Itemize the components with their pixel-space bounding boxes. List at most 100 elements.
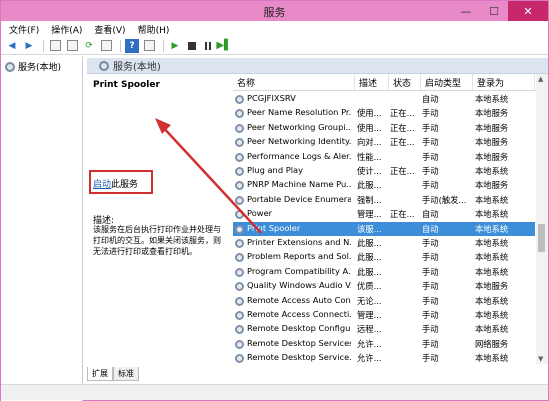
service-description-cell: 使用... (357, 108, 382, 119)
table-row[interactable]: PNRP Machine Name Pu... 此服... 手动 本地服务 (233, 178, 535, 192)
service-name-cell: Problem Reports and Sol... (247, 251, 351, 262)
table-row[interactable]: Power 管理... 正在... 自动 本地系统 (233, 207, 535, 221)
gear-icon (235, 123, 244, 133)
minimize-button[interactable]: — (452, 1, 480, 21)
view-tabs: 扩展 标准 (87, 367, 139, 381)
tab-extended[interactable]: 扩展 (87, 367, 113, 381)
properties-icon[interactable] (65, 39, 79, 53)
service-title: Print Spooler (93, 80, 160, 90)
service-description-cell: 优质... (357, 281, 382, 292)
restart-service-icon[interactable]: ▶▌ (216, 39, 231, 53)
service-description-cell: 允许... (357, 353, 382, 364)
service-description-cell: 此服... (357, 252, 382, 263)
table-row[interactable]: Remote Desktop Services 允许... 手动 网络服务 (233, 337, 535, 351)
service-startup-type-cell: 手动(触发... (422, 194, 467, 205)
table-row[interactable]: Remote Access Connecti... 管理... 手动 本地系统 (233, 308, 535, 322)
vertical-scrollbar[interactable]: ▲ ▼ (536, 74, 548, 364)
service-status-cell: 正在... (390, 122, 415, 133)
service-name-cell: Peer Networking Groupi... (247, 121, 351, 132)
service-name-cell: Remote Desktop Services (247, 337, 351, 348)
service-startup-type-cell: 手动 (422, 353, 439, 364)
menu-file[interactable]: 文件(F) (9, 23, 39, 36)
service-status-cell: 正在... (390, 166, 415, 176)
service-name-cell: Remote Access Connecti... (247, 309, 351, 319)
console-tree-icon[interactable] (48, 39, 62, 53)
service-startup-type-cell: 自动 (422, 94, 439, 104)
service-log-on-cell: 本地系统 (475, 324, 509, 335)
tab-standard[interactable]: 标准 (113, 367, 139, 381)
help-icon[interactable]: ? (125, 38, 139, 53)
start-service-action: 启动此服务 (93, 177, 138, 190)
forward-icon[interactable]: ▶ (22, 39, 36, 53)
service-name-cell: Program Compatibility A... (247, 265, 351, 276)
service-name-cell: Remote Desktop Service... (247, 352, 351, 363)
table-row[interactable]: PCGJFIXSRV 自动 本地系统 (233, 92, 535, 106)
menu-view[interactable]: 查看(V) (94, 23, 125, 36)
table-row[interactable]: Plug and Play 使计... 正在... 手动 本地系统 (233, 164, 535, 178)
table-row[interactable]: Peer Name Resolution Pr... 使用... 正在... 手动 本地… (233, 106, 535, 120)
service-log-on-cell: 本地服务 (475, 108, 509, 119)
table-row[interactable]: Remote Access Auto Con... 无论... 手动 本地系统 (233, 294, 535, 308)
service-description-cell: 使用... (357, 122, 382, 133)
export-list-icon[interactable] (99, 39, 113, 53)
pause-service-icon[interactable] (205, 41, 211, 50)
service-log-on-cell: 本地系统 (475, 209, 509, 220)
scroll-up-icon[interactable]: ▲ (538, 75, 543, 83)
service-log-on-cell: 本地系统 (475, 94, 509, 104)
toolbar-separator (43, 39, 44, 52)
table-row[interactable]: Quality Windows Audio V... 优质... 手动 本地服务 (233, 279, 535, 293)
gear-icon (235, 311, 244, 320)
table-row[interactable]: Remote Desktop Configu... 远程... 手动 本地系统 (233, 322, 535, 336)
start-service-icon[interactable]: ▶ (168, 39, 182, 53)
gear-icon (235, 296, 244, 306)
gear-icon (235, 181, 244, 191)
start-service-link[interactable]: 启动 (93, 180, 111, 190)
toolbar-separator (120, 39, 121, 52)
service-description-cell: 此服... (357, 266, 382, 277)
status-bar (1, 384, 548, 400)
table-row[interactable]: Program Compatibility A... 此服... 手动 本地系统 (233, 265, 535, 279)
console-tree: 服务(本地) (1, 56, 83, 401)
column-header-name[interactable]: 名称 (233, 74, 355, 90)
back-icon[interactable]: ◀ (5, 39, 19, 53)
column-header-status[interactable]: 状态 (389, 74, 421, 90)
service-startup-type-cell: 手动 (422, 338, 439, 349)
stop-service-icon[interactable] (188, 41, 196, 50)
column-header-startup-type[interactable]: 启动类型 (421, 74, 473, 90)
column-header-description[interactable]: 描述 (355, 74, 389, 90)
menu-help[interactable]: 帮助(H) (138, 23, 170, 36)
gear-icon (235, 195, 244, 205)
scrollbar-thumb[interactable] (538, 224, 545, 252)
service-log-on-cell: 本地服务 (475, 137, 509, 148)
gear-icon (99, 60, 109, 71)
refresh-icon[interactable]: ⟳ (82, 39, 96, 53)
service-status-cell: 正在... (390, 137, 415, 148)
table-row[interactable]: Peer Networking Identity... 向对... 正在... 手动 本… (233, 135, 535, 149)
view-icon[interactable] (142, 39, 156, 53)
service-name-cell: Print Spooler (247, 222, 301, 233)
service-status-cell: 正在... (390, 209, 415, 220)
main-header: 服务(本地) (87, 58, 548, 74)
table-row[interactable]: Portable Device Enumera... 强制... 手动(触发... 本… (233, 193, 535, 207)
service-description-cell: 远程... (357, 324, 382, 335)
service-status-cell: 正在... (390, 108, 415, 119)
service-name-cell: Peer Networking Identity... (247, 136, 351, 147)
tree-item-services-local[interactable]: 服务(本地) (5, 60, 61, 73)
service-log-on-cell: 本地服务 (475, 180, 509, 191)
service-name-cell: PCGJFIXSRV (247, 93, 296, 103)
table-row[interactable]: Print Spooler 该服... 自动 本地系统 (233, 221, 535, 236)
title-bar: 服务 — ☐ ✕ (1, 1, 548, 21)
toolbar: ◀ ▶ ⟳ ? ▶ ▶▌ (1, 37, 548, 55)
table-row[interactable]: Peer Networking Groupi... 使用... 正在... 手动 本地服… (233, 121, 535, 135)
service-startup-type-cell: 手动 (422, 166, 439, 176)
toolbar-separator (163, 39, 164, 52)
close-button[interactable]: ✕ (508, 1, 548, 21)
table-row[interactable]: Performance Logs & Aler... 性能... 手动 本地服务 (233, 150, 535, 164)
table-row[interactable]: Printer Extensions and N... 此服... 手动 本地系统 (233, 236, 535, 250)
column-header-log-on-as[interactable]: 登录为 (473, 74, 535, 90)
scroll-down-icon[interactable]: ▼ (538, 355, 543, 363)
table-row[interactable]: Remote Desktop Service... 允许... 手动 本地系统 (233, 351, 535, 364)
maximize-button[interactable]: ☐ (480, 1, 508, 21)
menu-action[interactable]: 操作(A) (51, 23, 82, 36)
table-row[interactable]: Problem Reports and Sol... 此服... 手动 本地系统 (233, 250, 535, 264)
